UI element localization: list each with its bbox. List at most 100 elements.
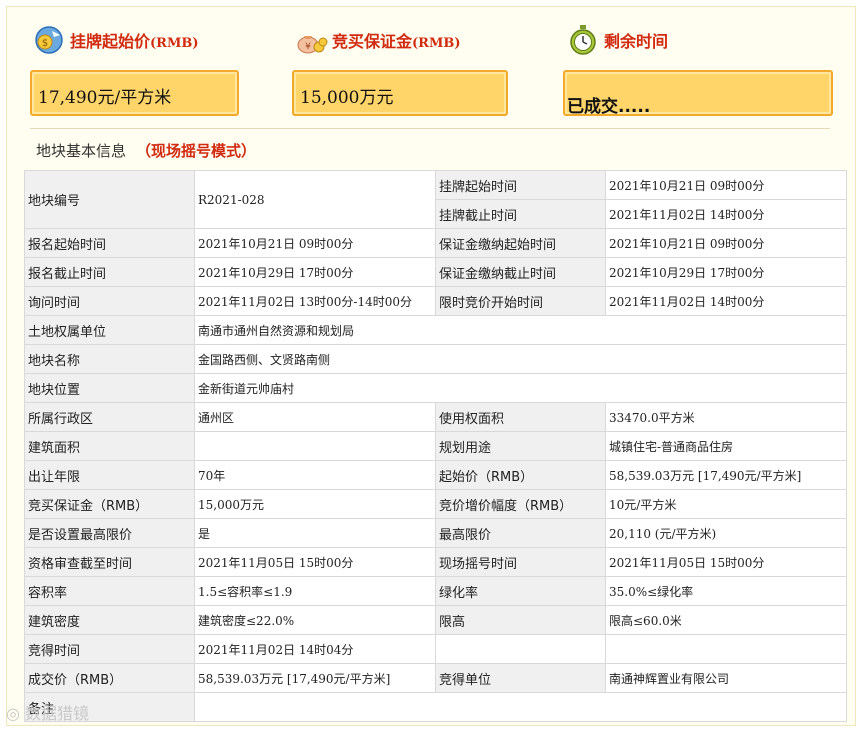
table-value: 城镇住宅-普通商品住房	[605, 431, 847, 461]
table-row: 竞得时间 2021年11月02日 14时04分	[24, 634, 847, 664]
table-key: 挂牌截止时间	[435, 199, 606, 229]
table-row: 报名起始时间 2021年10月21日 09时00分 保证金缴纳起始时间 2021…	[24, 228, 847, 258]
table-value: 南通市通州自然资源和规划局	[194, 315, 847, 345]
table-value	[194, 692, 847, 722]
time-box: 已成交.....	[563, 70, 833, 117]
table-row: 出让年限 70年 起始价（RMB） 58,539.03万元 [17,490元/平…	[24, 460, 847, 490]
price-value: 17,490元/平方米	[38, 88, 172, 108]
table-key: 成交价（RMB）	[24, 663, 195, 693]
clock-icon	[566, 23, 600, 57]
money-coin-icon: $	[32, 23, 66, 57]
watermark-text: 数据猎镜	[25, 704, 90, 723]
table-value: 南通神辉置业有限公司	[605, 663, 847, 693]
table-key: 地块名称	[24, 344, 195, 374]
table-key: 建筑密度	[24, 605, 195, 635]
table-value: 通州区	[194, 402, 436, 432]
table-key: 最高限价	[435, 518, 606, 548]
table-value: 是	[194, 518, 436, 548]
table-key: 所属行政区	[24, 402, 195, 432]
table-row: 所属行政区 通州区 使用权面积 33470.0平方米	[24, 402, 847, 432]
table-value: 58,539.03万元 [17,490元/平方米]	[194, 663, 436, 693]
price-header: $ 挂牌起始价(RMB)	[32, 22, 199, 58]
table-key: 容积率	[24, 576, 195, 606]
table-key: 询问时间	[24, 286, 195, 316]
table-value: 58,539.03万元 [17,490元/平方米]	[605, 460, 847, 490]
deposit-header: ¥ 竞买保证金(RMB)	[294, 22, 461, 58]
table-key: 保证金缴纳起始时间	[435, 228, 606, 258]
deposit-label: 竞买保证金	[332, 32, 413, 51]
time-header: 剩余时间	[566, 22, 668, 58]
table-value: 2021年10月29日 17时00分	[194, 257, 436, 287]
land-info-table: 地块编号 R2021-028 挂牌起始时间 2021年10月21日 09时00分…	[24, 170, 847, 722]
table-key: 报名截止时间	[24, 257, 195, 287]
table-value	[435, 634, 606, 664]
table-row: 报名截止时间 2021年10月29日 17时00分 保证金缴纳截止时间 2021…	[24, 257, 847, 287]
table-value: 2021年10月21日 09时00分	[605, 228, 847, 258]
table-value: 1.5≤容积率≤1.9	[194, 576, 436, 606]
table-value: 2021年11月05日 15时00分	[605, 547, 847, 577]
table-value: 2021年11月02日 14时00分	[605, 199, 847, 229]
table-key: 是否设置最高限价	[24, 518, 195, 548]
table-row: 地块编号 R2021-028 挂牌起始时间 2021年10月21日 09时00分	[24, 170, 847, 229]
svg-text:$: $	[42, 38, 48, 49]
table-key: 规划用途	[435, 431, 606, 461]
table-value	[194, 431, 436, 461]
table-value: 2021年11月02日 14时04分	[194, 634, 436, 664]
table-key: 竞价增价幅度（RMB）	[435, 489, 606, 519]
price-label: 挂牌起始价	[70, 32, 151, 51]
table-key: 竞买保证金（RMB）	[24, 489, 195, 519]
table-key: 地块位置	[24, 373, 195, 403]
divider	[30, 128, 830, 129]
deposit-value: 15,000万元	[300, 88, 394, 108]
table-key: 起始价（RMB）	[435, 460, 606, 490]
table-value: 70年	[194, 460, 436, 490]
table-key: 竞得单位	[435, 663, 606, 693]
table-key: 保证金缴纳截止时间	[435, 257, 606, 287]
table-value: 2021年11月02日 14时00分	[605, 286, 847, 316]
table-row: 成交价（RMB） 58,539.03万元 [17,490元/平方米] 竞得单位 …	[24, 663, 847, 693]
remaining-time-value: 已成交.....	[567, 97, 651, 117]
table-row: 询问时间 2021年11月02日 13时00分-14时00分 限时竞价开始时间 …	[24, 286, 847, 316]
table-value: 限高≤60.0米	[605, 605, 847, 635]
table-key: 限高	[435, 605, 606, 635]
section-title: 地块基本信息 （现场摇号模式）	[36, 140, 256, 161]
table-value: 金国路西侧、文贤路南侧	[194, 344, 847, 374]
price-box: 17,490元/平方米	[30, 70, 239, 116]
svg-text:¥: ¥	[305, 42, 311, 52]
table-value: 35.0%≤绿化率	[605, 576, 847, 606]
table-value: 2021年10月29日 17时00分	[605, 257, 847, 287]
table-key: 竞得时间	[24, 634, 195, 664]
table-row: 竞买保证金（RMB） 15,000万元 竞价增价幅度（RMB） 10元/平方米	[24, 489, 847, 519]
table-value: 2021年10月21日 09时00分	[194, 228, 436, 258]
table-row: 土地权属单位 南通市通州自然资源和规划局	[24, 315, 847, 345]
table-value: 金新街道元帅庙村	[194, 373, 847, 403]
watermark-logo-icon: ◎	[6, 704, 26, 723]
watermark: ◎ 数据猎镜	[6, 700, 89, 724]
table-row: 资格审查截至时间 2021年11月05日 15时00分 现场摇号时间 2021年…	[24, 547, 847, 577]
table-row: 地块名称 金国路西侧、文贤路南侧	[24, 344, 847, 374]
table-key: 资格审查截至时间	[24, 547, 195, 577]
table-row: 是否设置最高限价 是 最高限价 20,110 (元/平方米)	[24, 518, 847, 548]
table-row: 备注	[24, 692, 847, 722]
table-key: 报名起始时间	[24, 228, 195, 258]
table-key: 土地权属单位	[24, 315, 195, 345]
table-value: 2021年11月05日 15时00分	[194, 547, 436, 577]
price-unit: (RMB)	[150, 36, 199, 51]
auction-mode: （现场摇号模式）	[136, 142, 257, 160]
table-value: 10元/平方米	[605, 489, 847, 519]
table-row: 容积率 1.5≤容积率≤1.9 绿化率 35.0%≤绿化率	[24, 576, 847, 606]
table-value: 33470.0平方米	[605, 402, 847, 432]
table-row: 建筑面积 规划用途 城镇住宅-普通商品住房	[24, 431, 847, 461]
table-key: 建筑面积	[24, 431, 195, 461]
table-value: 2021年10月21日 09时00分	[605, 170, 847, 200]
deposit-unit: (RMB)	[412, 36, 461, 51]
table-value: 建筑密度≤22.0%	[194, 605, 436, 635]
money-bag-icon: ¥	[294, 23, 328, 57]
table-row: 建筑密度 建筑密度≤22.0% 限高 限高≤60.0米	[24, 605, 847, 635]
table-value: 2021年11月02日 13时00分-14时00分	[194, 286, 436, 316]
table-key: 使用权面积	[435, 402, 606, 432]
table-key: 地块编号	[24, 170, 195, 229]
table-value: 15,000万元	[194, 489, 436, 519]
table-key: 限时竞价开始时间	[435, 286, 606, 316]
section-title-text: 地块基本信息	[36, 142, 127, 160]
